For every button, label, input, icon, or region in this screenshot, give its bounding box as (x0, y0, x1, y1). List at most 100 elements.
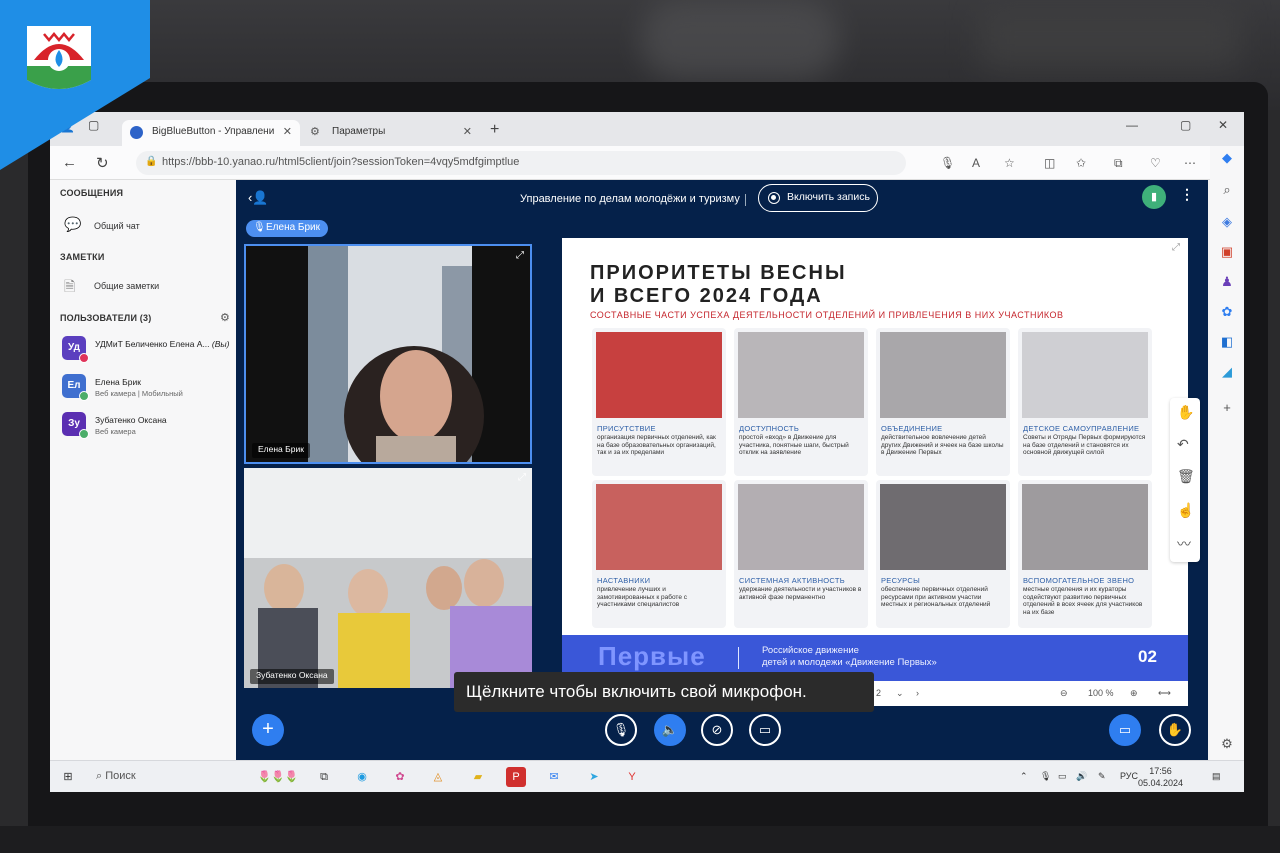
user-list-item[interactable]: Зу Зубатенко Оксана Веб камера (62, 412, 232, 444)
close-window-icon[interactable]: ✕ (1218, 118, 1228, 132)
bbb-favicon-icon (130, 126, 143, 139)
tray-pen-icon[interactable]: ✎ (1098, 771, 1106, 782)
user-name: УДМиТ Беличенко Елена А... (Вы) (95, 339, 230, 349)
shared-notes-item[interactable]: Общие заметки (94, 281, 159, 291)
tray-chevron-up-icon[interactable]: ⌃ (1020, 771, 1028, 782)
mail-icon[interactable]: ✉ (544, 767, 564, 787)
split-screen-icon[interactable]: ◫ (1044, 156, 1055, 170)
close-icon[interactable]: ✕ (283, 125, 292, 138)
sidebar-settings-gear-icon[interactable]: ⚙ (1219, 736, 1235, 752)
tab-bigbluebutton[interactable]: BigBlueButton - Управлени ✕ (122, 120, 300, 146)
audio-speaker-button[interactable]: 🔈 (654, 714, 686, 746)
close-icon[interactable]: ✕ (463, 125, 472, 138)
shopping-tag-icon[interactable]: ◈ (1219, 214, 1235, 230)
telegram-icon[interactable]: ➤ (584, 767, 604, 787)
url-field[interactable]: 🔒 https://bbb-10.yanao.ru/html5client/jo… (136, 151, 906, 175)
yandex-browser-icon[interactable]: Y (622, 767, 642, 787)
zoom-out-icon[interactable]: ⊖ (1060, 688, 1068, 699)
options-menu-icon[interactable]: ⋮ (1180, 186, 1194, 203)
add-sidebar-app-icon[interactable]: + (1219, 400, 1235, 416)
app-icon[interactable]: ✿ (390, 767, 410, 787)
tray-volume-icon[interactable]: 🔊 (1076, 771, 1087, 782)
avatar: Зу (62, 412, 89, 439)
favorite-star-icon[interactable]: ☆ (1004, 156, 1015, 170)
tab-label: Параметры (332, 126, 386, 137)
tray-microphone-icon[interactable]: 🎙 (1040, 771, 1051, 782)
zoom-in-icon[interactable]: ⊕ (1130, 688, 1138, 699)
slide-card: ПРИСУТСТВИЕ организация первичных отделе… (592, 328, 726, 476)
chevron-down-icon[interactable]: ⌄ (896, 688, 904, 699)
video-user-label[interactable]: Зубатенко Оксана (250, 669, 334, 684)
lock-icon: 🔒 (145, 156, 158, 167)
drop-icon[interactable]: ◢ (1219, 364, 1235, 380)
browser-essentials-icon[interactable]: ♡ (1150, 156, 1161, 170)
notifications-icon[interactable]: ▤ (1212, 771, 1221, 782)
file-explorer-icon[interactable]: ▰ (468, 767, 488, 787)
hand-pan-icon[interactable]: ✋ (1177, 404, 1194, 421)
trash-icon[interactable]: 🗑 (1177, 468, 1195, 485)
connection-status-icon[interactable]: ▮ (1142, 185, 1166, 209)
tulips-widget-icon[interactable]: 🌷🌷🌷 (250, 767, 306, 787)
fit-width-icon[interactable]: ⟷ (1158, 688, 1171, 699)
outlook-icon[interactable]: ◧ (1219, 334, 1235, 350)
user-list-item[interactable]: Ел Елена Брик Веб камера | Мобильный (62, 374, 232, 406)
slide-number-select[interactable]: 2 (876, 688, 881, 698)
collections-icon[interactable]: ⧉ (1114, 156, 1123, 171)
camera-off-button[interactable]: ⊘ (701, 714, 733, 746)
keyboard-language[interactable]: РУС (1120, 771, 1138, 781)
fullscreen-icon[interactable]: ⤢ (518, 472, 526, 483)
mic-icon (79, 429, 89, 439)
new-tab-button[interactable]: + (490, 121, 499, 139)
raise-hand-button[interactable]: ✋ (1159, 714, 1191, 746)
tools-icon[interactable]: ▣ (1219, 244, 1235, 260)
games-icon[interactable]: ♟ (1219, 274, 1235, 290)
webcam-video[interactable]: ⤢ Елена Брик (244, 244, 532, 464)
pdf-app-icon[interactable]: P (506, 767, 526, 787)
fullscreen-icon[interactable]: ⤢ (1172, 242, 1180, 253)
users-settings-gear-icon[interactable]: ⚙ (220, 311, 230, 324)
user-status: Веб камера (95, 427, 136, 436)
actions-plus-button[interactable]: + (252, 714, 284, 746)
edge-browser-icon[interactable]: ◉ (352, 767, 372, 787)
app-icon[interactable]: ◬ (428, 767, 448, 787)
windows-start-icon[interactable]: ⊞ (58, 767, 78, 787)
browser-sidebar: ◆ ⌕ ◈ ▣ ♟ ✿ ◧ ◢ + ⚙ (1210, 146, 1244, 766)
taskbar-search[interactable]: ⌕ Поиск (96, 770, 136, 783)
maximize-icon[interactable]: ▢ (1180, 118, 1191, 132)
webcam-video[interactable]: ⤢ Зубатенко Оксана (244, 468, 532, 688)
talking-indicator[interactable]: 🎙 Елена Брик (246, 220, 329, 237)
tray-network-icon[interactable]: ▭ (1058, 771, 1067, 782)
presentation-toggle-button[interactable]: ▭ (1109, 714, 1141, 746)
back-arrow-icon[interactable]: ← (62, 154, 77, 171)
microsoft-365-icon[interactable]: ✿ (1219, 304, 1235, 320)
refresh-icon[interactable]: ↻ (96, 154, 109, 172)
microphone-permission-icon[interactable]: 🎙 (940, 156, 955, 170)
pen-tool-icon[interactable]: 〰 (1177, 534, 1191, 554)
minimize-icon[interactable]: — (1126, 118, 1138, 132)
notes-document-icon: 🗎 (64, 278, 76, 294)
video-user-label[interactable]: Елена Брик (252, 443, 310, 458)
favorites-icon[interactable]: ✩ (1076, 156, 1086, 170)
copilot-icon[interactable]: ◆ (1219, 150, 1235, 166)
next-slide-icon[interactable]: › (916, 688, 919, 698)
read-aloud-icon[interactable]: A (972, 156, 980, 170)
search-icon[interactable]: ⌕ (1219, 182, 1235, 198)
card-photo (880, 484, 1006, 570)
slide-card: ДЕТСКОЕ САМОУПРАВЛЕНИЕ Советы и Отряды П… (1018, 328, 1152, 476)
undo-icon[interactable]: ↶ (1177, 436, 1189, 453)
mute-mic-button[interactable]: 🎙 (605, 714, 637, 746)
meeting-title: Управление по делам молодёжи и туризму (520, 193, 740, 205)
more-menu-icon[interactable]: ⋯ (1184, 156, 1196, 170)
start-recording-button[interactable]: Включить запись (758, 184, 878, 212)
fullscreen-icon[interactable]: ⤢ (516, 250, 524, 261)
toggle-userlist-icon[interactable]: ‹👤 (248, 190, 269, 206)
pointer-icon[interactable]: ☝ (1177, 502, 1194, 519)
tab-settings[interactable]: ⚙ Параметры ✕ (302, 120, 480, 146)
talker-name: Елена Брик (266, 222, 321, 233)
public-chat-item[interactable]: Общий чат (94, 221, 140, 231)
user-list-item[interactable]: Уд УДМиТ Беличенко Елена А... (Вы) (62, 336, 232, 368)
screen-share-button[interactable]: ▭ (749, 714, 781, 746)
tab-actions-icon[interactable]: ▢ (88, 118, 99, 132)
taskbar-clock[interactable]: 17:56 05.04.2024 (1138, 765, 1183, 789)
task-view-icon[interactable]: ⧉ (314, 767, 334, 787)
